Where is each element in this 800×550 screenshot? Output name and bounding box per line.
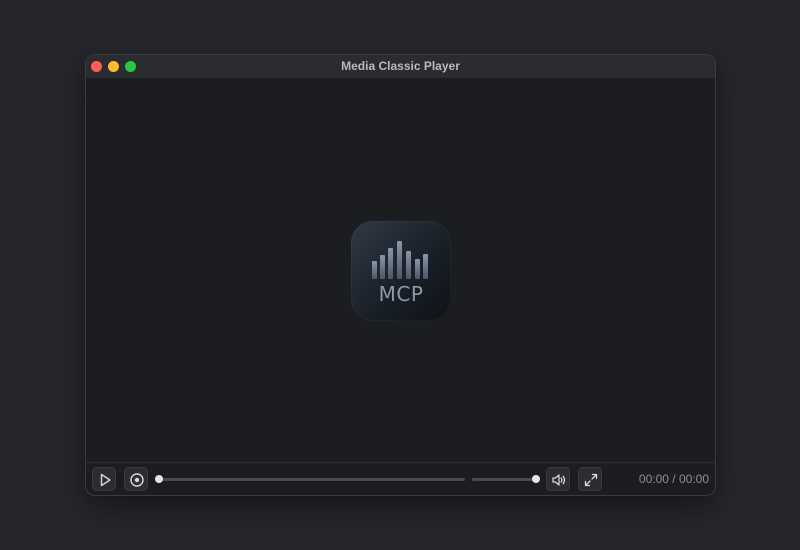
- stop-icon: [130, 473, 144, 487]
- window-title: Media Classic Player: [341, 59, 460, 73]
- title-bar[interactable]: Media Classic Player: [86, 55, 715, 79]
- seek-bar[interactable]: [158, 478, 465, 481]
- play-button[interactable]: [92, 467, 116, 491]
- volume-slider[interactable]: [472, 478, 540, 481]
- fullscreen-button[interactable]: [578, 467, 602, 491]
- control-bar: 00:00 / 00:00: [86, 462, 715, 495]
- video-area[interactable]: MCP: [86, 79, 715, 463]
- total-time: 00:00: [678, 472, 709, 486]
- play-icon: [100, 473, 111, 487]
- app-logo: MCP: [351, 221, 451, 321]
- logo-text: MCP: [378, 282, 424, 306]
- speaker-icon: [552, 474, 566, 486]
- player-window: Media Classic Player MCP 00:00 / 00:00: [85, 54, 716, 496]
- seek-handle[interactable]: [155, 475, 163, 483]
- volume-handle[interactable]: [532, 475, 540, 483]
- fullscreen-icon: [584, 473, 598, 487]
- time-display: 00:00 / 00:00: [639, 463, 709, 495]
- current-time: 00:00: [638, 472, 669, 486]
- volume-button[interactable]: [546, 467, 570, 491]
- equalizer-bars-icon: [372, 241, 428, 279]
- time-separator: /: [672, 472, 676, 486]
- stop-button[interactable]: [124, 467, 148, 491]
